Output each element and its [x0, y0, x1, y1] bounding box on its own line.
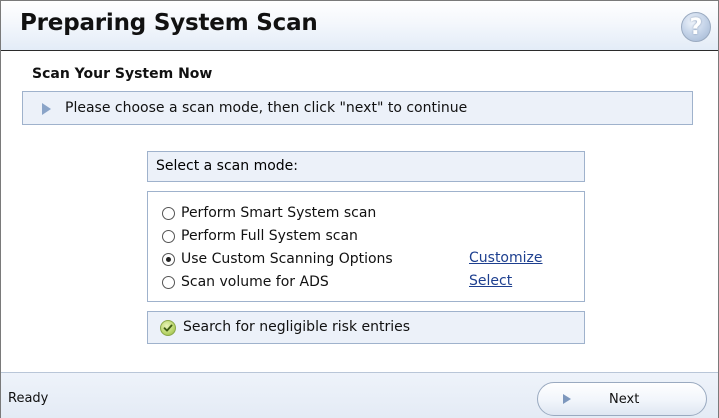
instruction-panel: Please choose a scan mode, then click "n…	[22, 91, 693, 125]
scan-mode-header: Select a scan mode:	[147, 151, 585, 182]
radio-label: Perform Smart System scan	[181, 205, 377, 221]
select-link[interactable]: Select	[469, 273, 512, 289]
radio-label: Use Custom Scanning Options	[181, 251, 393, 267]
radio-option-custom-scan[interactable]: Use Custom Scanning Options	[162, 249, 393, 269]
negligible-risk-label: Search for negligible risk entries	[183, 319, 411, 335]
radio-option-full-scan[interactable]: Perform Full System scan	[162, 226, 358, 246]
window-title: Preparing System Scan	[20, 10, 318, 36]
radio-label: Scan volume for ADS	[181, 274, 329, 290]
next-button-label: Next	[609, 392, 640, 407]
app-window: Preparing System Scan ? Scan Your System…	[0, 0, 719, 418]
radio-button[interactable]	[162, 275, 175, 289]
radio-option-ads-scan[interactable]: Scan volume for ADS	[162, 272, 329, 292]
radio-button[interactable]	[162, 229, 175, 243]
radio-button-selected[interactable]	[162, 252, 175, 266]
help-icon[interactable]: ?	[681, 12, 711, 42]
status-text: Ready	[8, 391, 49, 406]
radio-label: Perform Full System scan	[181, 228, 358, 244]
scan-mode-header-label: Select a scan mode:	[156, 158, 298, 174]
scan-mode-options: Perform Smart System scan Perform Full S…	[147, 191, 585, 302]
radio-option-smart-scan[interactable]: Perform Smart System scan	[162, 203, 376, 223]
check-icon[interactable]	[160, 320, 176, 336]
play-arrow-icon	[42, 103, 51, 115]
negligible-risk-option[interactable]: Search for negligible risk entries	[147, 311, 585, 344]
next-button[interactable]: Next	[537, 382, 707, 416]
title-bar: Preparing System Scan ?	[1, 1, 718, 51]
instruction-text: Please choose a scan mode, then click "n…	[65, 100, 468, 116]
section-title: Scan Your System Now	[32, 66, 213, 82]
customize-link[interactable]: Customize	[469, 250, 543, 266]
radio-button[interactable]	[162, 206, 175, 220]
status-bar: Ready Next	[1, 372, 718, 418]
play-arrow-icon	[563, 394, 571, 404]
